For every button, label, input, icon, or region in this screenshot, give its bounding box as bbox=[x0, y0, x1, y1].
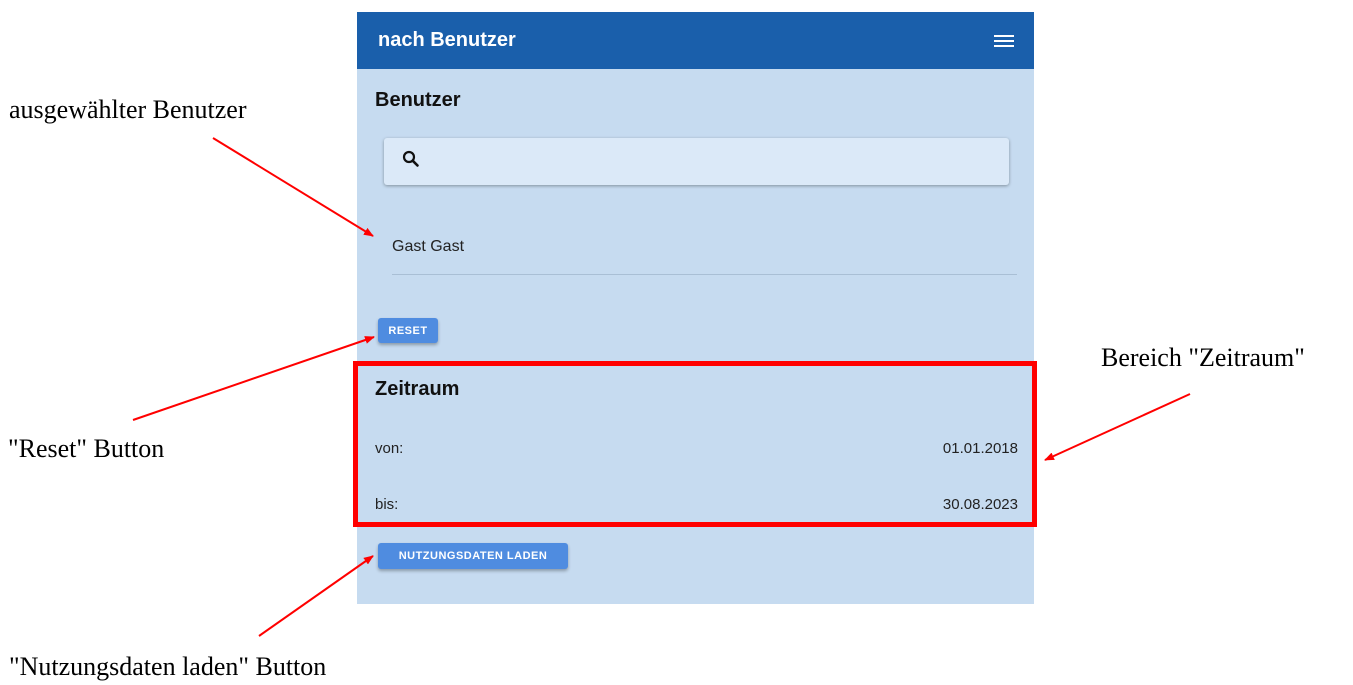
selected-user[interactable]: Gast Gast bbox=[392, 238, 464, 256]
period-section: Zeitraum von: 01.01.2018 bis: 30.08.2023 bbox=[357, 362, 1034, 522]
user-search-box[interactable] bbox=[384, 138, 1009, 185]
arrow-period-area bbox=[1044, 393, 1191, 461]
load-usage-data-button[interactable]: NUTZUNGSDATEN LADEN bbox=[378, 543, 568, 569]
annotation-period-area: Bereich "Zeitraum" bbox=[1101, 343, 1305, 372]
to-label: bis: bbox=[375, 496, 399, 513]
app-panel: nach Benutzer Benutzer Gast Gast RESET Z… bbox=[357, 12, 1034, 604]
hamburger-menu-icon[interactable] bbox=[994, 33, 1016, 49]
arrow-reset-button bbox=[132, 336, 375, 421]
app-title: nach Benutzer bbox=[378, 29, 516, 51]
from-label: von: bbox=[375, 440, 404, 457]
divider bbox=[392, 274, 1017, 275]
annotation-reset-button: "Reset" Button bbox=[8, 434, 165, 463]
from-date-value[interactable]: 01.01.2018 bbox=[943, 440, 1018, 457]
annotation-load-button: "Nutzungsdaten laden" Button bbox=[9, 652, 327, 681]
reset-button[interactable]: RESET bbox=[378, 318, 438, 343]
to-date-value[interactable]: 30.08.2023 bbox=[943, 496, 1018, 513]
user-search-input[interactable] bbox=[430, 145, 1009, 178]
user-section-title: Benutzer bbox=[375, 89, 461, 111]
app-bar: nach Benutzer bbox=[357, 12, 1034, 69]
annotation-selected-user: ausgewählter Benutzer bbox=[9, 95, 247, 124]
arrow-load-button bbox=[258, 555, 374, 637]
arrow-selected-user bbox=[212, 137, 374, 237]
period-section-title: Zeitraum bbox=[375, 378, 460, 400]
search-icon bbox=[402, 150, 420, 173]
